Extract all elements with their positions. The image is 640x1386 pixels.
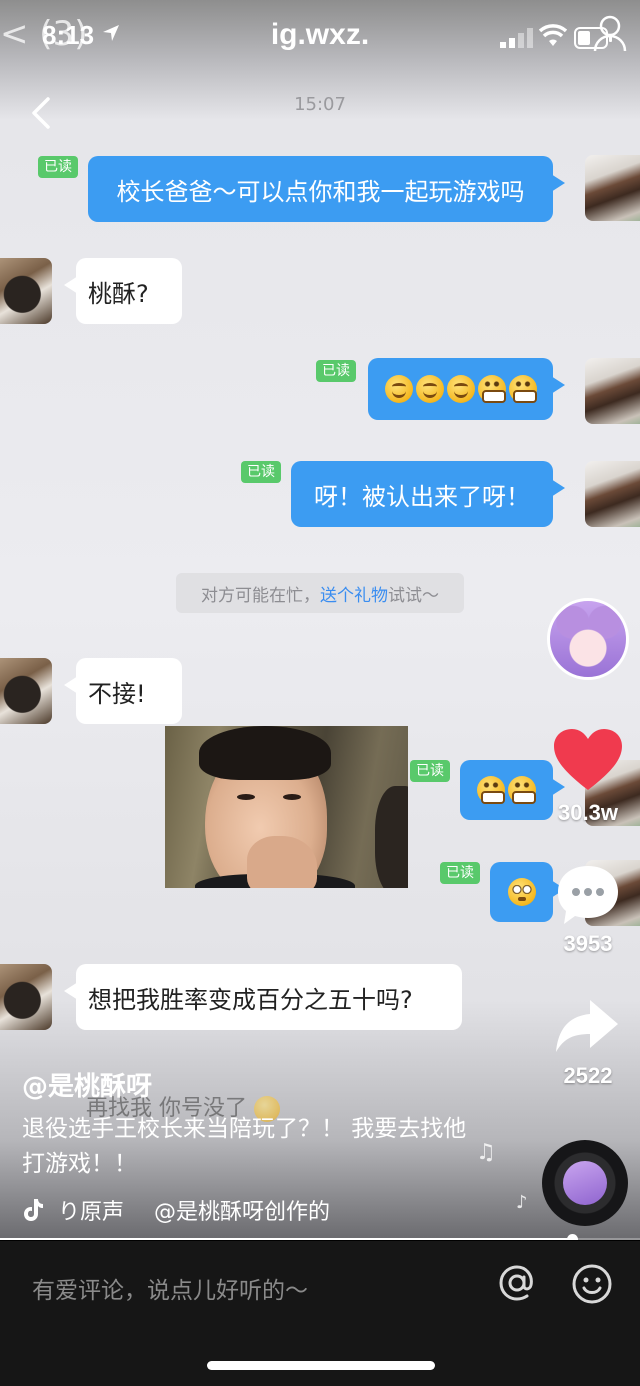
wifi-icon <box>539 24 567 46</box>
photo-eye <box>283 794 301 800</box>
chat-timestamp: 15:07 <box>294 94 346 115</box>
send-gift-link[interactable]: 送个礼物 <box>320 581 388 606</box>
music-sound-name: り原声 <box>58 1200 125 1225</box>
share-arrow-icon[interactable] <box>552 996 624 1056</box>
message-bubble-sent: 呀！被认出来了呀！ <box>291 461 565 527</box>
message-bubble-received: 桃酥? <box>64 258 182 324</box>
like-count: 30.3w <box>558 800 618 825</box>
grimace-emoji-icon <box>477 375 506 403</box>
read-receipt-tag: 已读 <box>241 461 281 483</box>
grimace-emoji-icon <box>508 375 537 403</box>
emoji-face-icon[interactable] <box>571 1263 613 1305</box>
smile-emoji-icon <box>415 375 444 403</box>
flushed-emoji-icon <box>507 878 536 906</box>
person-outline-icon[interactable] <box>592 14 628 52</box>
grimace-emoji-icon <box>477 776 505 804</box>
author-handle[interactable]: @是桃酥呀 <box>22 1066 152 1103</box>
music-info[interactable]: り原声 @是桃酥呀创作的 <box>22 1194 330 1226</box>
video-progress-fill <box>0 1238 573 1240</box>
comment-bubble-icon[interactable] <box>552 862 624 928</box>
comment-count: 3953 <box>563 931 613 956</box>
system-tip-prefix: 对方可能在忙， <box>201 585 320 606</box>
my-avatar <box>585 155 640 221</box>
meme-photo-image <box>165 726 408 888</box>
grimace-emoji-icon <box>508 776 536 804</box>
creator-avatar-button[interactable] <box>547 598 629 680</box>
mention-at-icon[interactable] <box>497 1263 537 1303</box>
message-bubble-received: 想把我胜率变成百分之五十吗? <box>64 964 462 1030</box>
photo-eye <box>237 794 255 800</box>
my-avatar <box>585 461 640 527</box>
contact-avatar <box>0 258 52 324</box>
video-frame[interactable]: < (3) 8:13 ig.wxz. 15:07 已读 校长爸爸～可以点你和我一… <box>0 0 640 1240</box>
smile-emoji-icon <box>384 375 413 403</box>
system-tip: 对方可能在忙， 送个礼物 试试～ <box>176 573 464 613</box>
system-tip-suffix: 试试～ <box>388 585 439 606</box>
music-disc-cover <box>563 1161 607 1205</box>
message-bubble-sent: 校长爸爸～可以点你和我一起玩游戏吗 <box>88 156 565 222</box>
music-disc-button[interactable] <box>542 1140 628 1226</box>
like-heart-icon[interactable] <box>552 728 624 794</box>
read-receipt-tag: 已读 <box>410 760 450 782</box>
video-description: 退役选手王校长来当陪玩了？！ 我要去找他打游戏！！ <box>22 1116 467 1177</box>
smile-emoji-icon <box>446 375 475 403</box>
video-progress-bar[interactable] <box>0 1234 640 1240</box>
read-receipt-tag: 已读 <box>38 156 78 178</box>
music-creator-name: @是桃酥呀创作的 <box>154 1200 331 1225</box>
share-count: 2522 <box>563 1063 613 1088</box>
tiktok-note-icon <box>24 1199 43 1221</box>
contact-avatar <box>0 658 52 724</box>
my-avatar <box>585 358 640 424</box>
photo-background-person <box>375 786 408 888</box>
comment-input[interactable]: 有爱评论，说点儿好听的～ <box>32 1271 308 1305</box>
message-bubble-sent-emojis <box>368 358 565 420</box>
cellular-signal-icon <box>500 28 533 48</box>
photo-pointing-hand <box>247 836 317 888</box>
read-receipt-tag: 已读 <box>440 862 480 884</box>
home-indicator[interactable] <box>207 1361 435 1370</box>
status-bar: < (3) 8:13 ig.wxz. <box>0 0 640 80</box>
contact-avatar <box>0 964 52 1030</box>
comment-bar: 有爱评论，说点儿好听的～ <box>0 1241 640 1386</box>
video-progress-knob[interactable] <box>567 1234 579 1240</box>
message-bubble-received: 不接! <box>64 658 182 724</box>
photo-hair <box>199 726 331 780</box>
message-bubble-sent-emojis <box>490 862 565 922</box>
read-receipt-tag: 已读 <box>316 360 356 382</box>
music-note-icon: ♪ <box>516 1192 528 1213</box>
